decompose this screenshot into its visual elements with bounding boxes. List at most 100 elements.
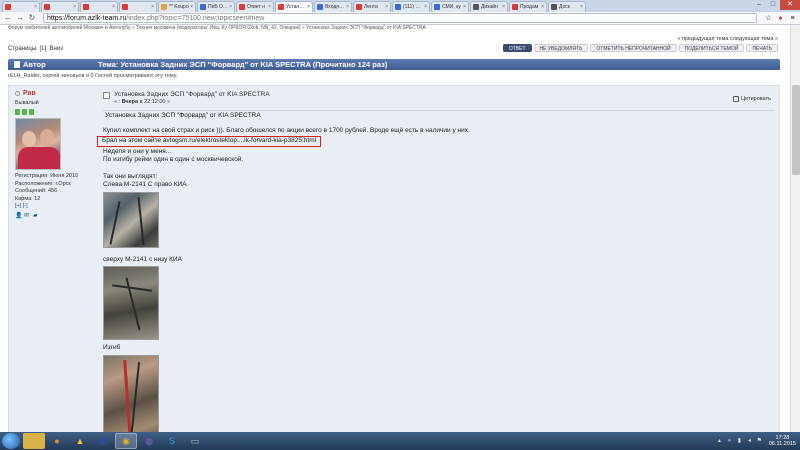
topic-title: Тема: Установка Задних ЭСП "Форвард" от … — [98, 60, 388, 69]
save-icon[interactable]: ▣ — [92, 433, 114, 449]
taskbar: ● ▲ ▣ ◉ ◍ S ▭ ▴ ● ▮ ◂ ⚑ 17:28 06.11.2015 — [0, 432, 800, 450]
page-down-link[interactable]: Вниз — [50, 46, 63, 52]
tab-close-icon[interactable]: × — [229, 4, 232, 10]
highlighted-link-box: Брал на этом сайте avtogsm.ru/elektroste… — [97, 136, 322, 147]
tab-favicon-icon — [356, 4, 362, 10]
url-path: /index.php?topic=75100.new;topicseen#new — [126, 14, 265, 22]
post-subject[interactable]: Установка Задних ЭСП "Форвард" от KIA SP… — [114, 91, 270, 98]
karma-controls[interactable]: [+] [-] — [15, 203, 95, 211]
topic-action-button[interactable]: Отметить непрочитанной — [590, 44, 677, 52]
author-name[interactable]: Рав — [23, 90, 36, 97]
tab-close-icon[interactable]: × — [580, 4, 583, 10]
tab-close-icon[interactable]: × — [463, 4, 466, 10]
tab-close-icon[interactable]: × — [112, 4, 115, 10]
browser-tab[interactable]: Установк × — [275, 1, 313, 12]
tab-label: Входящи — [325, 4, 346, 10]
browser-tab[interactable]: СМИ, ку × — [431, 1, 469, 12]
browser-tab[interactable]: Лента × — [353, 1, 391, 12]
browser-tab[interactable]: ** Koupo × — [158, 1, 196, 12]
tab-favicon-icon — [44, 4, 50, 10]
quote-button[interactable]: " Цитировать — [732, 96, 771, 102]
tab-favicon-icon — [278, 4, 284, 10]
extension-icon[interactable]: ● — [776, 14, 785, 23]
email-icon[interactable]: ✉ — [24, 213, 30, 219]
topic-action-button[interactable]: Ответ — [502, 44, 532, 52]
viber-icon[interactable]: ◍ — [138, 433, 160, 449]
arrow-up-icon[interactable]: ▴ — [716, 438, 723, 445]
post-date: « : Вчера в 22:12:00 » — [114, 99, 171, 105]
topic-action-button[interactable]: Печать — [746, 44, 778, 52]
topic-header-bar: Автор Тема: Установка Задних ЭСП "Форвар… — [8, 59, 780, 70]
topic-action-button[interactable]: Поделиться темой — [678, 44, 745, 52]
clock[interactable]: 17:28 06.11.2015 — [769, 435, 796, 448]
close-window-button[interactable]: ✕ — [780, 0, 800, 10]
post-body: Установка Задних ЭСП "Форвард" от KIA SP… — [97, 112, 773, 432]
tab-label: (111) Новос — [403, 4, 423, 10]
tab-close-icon[interactable]: × — [502, 4, 505, 10]
browser-tab[interactable]: × — [2, 1, 40, 12]
browser-tab[interactable]: Дизайн × — [470, 1, 508, 12]
opera-icon[interactable]: ▲ — [69, 433, 91, 449]
profile-icon[interactable]: 👤 — [15, 213, 22, 219]
flag-icon[interactable]: ⚑ — [756, 438, 763, 445]
browser-tab[interactable]: Ответ н × — [236, 1, 274, 12]
reload-button[interactable]: ↻ — [27, 13, 37, 23]
tab-close-icon[interactable]: × — [151, 4, 154, 10]
post-line: Неделя и они у меня... — [103, 147, 172, 155]
tab-close-icon[interactable]: × — [73, 4, 76, 10]
tab-close-icon[interactable]: × — [424, 4, 427, 10]
tab-label: СМИ, ку — [442, 4, 461, 10]
tab-close-icon[interactable]: × — [346, 4, 349, 10]
photo-regulators-side[interactable] — [103, 191, 159, 248]
folder-icon[interactable] — [23, 433, 45, 449]
tab-label: Установк — [286, 4, 307, 10]
network-icon[interactable]: ▮ — [736, 438, 743, 445]
browser-tab[interactable]: Доск × — [548, 1, 586, 12]
minimize-button[interactable]: – — [752, 0, 766, 10]
browser-tab[interactable]: × — [41, 1, 79, 12]
browser-tab[interactable]: Продам × — [509, 1, 547, 12]
photo-regulators-top[interactable] — [103, 266, 159, 340]
page-current: [1] — [39, 46, 47, 52]
tab-close-icon[interactable]: × — [307, 4, 310, 10]
message-icon[interactable]: ▰ — [33, 213, 39, 219]
tab-label: ПеБ Опети — [208, 4, 229, 10]
tab-favicon-icon — [434, 4, 440, 10]
scrollbar-thumb[interactable] — [792, 85, 800, 175]
browser-tab[interactable]: × — [119, 1, 157, 12]
back-button[interactable]: ← — [3, 13, 13, 23]
tab-close-icon[interactable]: × — [385, 4, 388, 10]
tab-close-icon[interactable]: × — [34, 4, 37, 10]
prev-next-topic-links[interactable]: « предыдущая тема следующая тема » — [677, 36, 778, 42]
maximize-button[interactable]: □ — [766, 0, 780, 10]
user-karma: Карма: 12 — [15, 195, 41, 202]
tab-close-icon[interactable]: × — [268, 4, 271, 10]
page-scrollbar[interactable] — [790, 25, 800, 432]
firefox-icon[interactable]: ● — [46, 433, 68, 449]
photo-bend[interactable] — [103, 354, 159, 432]
browser-tab[interactable]: ПеБ Опети× — [197, 1, 235, 12]
tab-favicon-icon — [551, 4, 557, 10]
browser-tab[interactable]: (111) Новос× — [392, 1, 430, 12]
start-button[interactable] — [2, 433, 20, 449]
browser-tab[interactable]: Входящи × — [314, 1, 352, 12]
star-icon[interactable]: ☆ — [764, 14, 773, 23]
chrome-icon[interactable]: ◉ — [115, 433, 137, 449]
post-line: Купил комплект на свой страх и риск ))).… — [103, 126, 470, 134]
volume-icon[interactable]: ◂ — [746, 438, 753, 445]
tab-favicon-icon — [161, 4, 167, 10]
rank-stars — [15, 109, 95, 115]
address-bar[interactable]: https://forum.azlk-team.ru /index.php?to… — [43, 13, 757, 23]
topic-action-button[interactable]: Не уведомлять — [533, 44, 589, 52]
app-icon[interactable]: ▭ — [184, 433, 206, 449]
author-header: Автор — [23, 60, 46, 69]
shop-link[interactable]: Брал на этом сайте avtogsm.ru/elektroste… — [102, 137, 316, 144]
menu-icon[interactable]: ≡ — [788, 14, 797, 23]
tab-close-icon[interactable]: × — [190, 4, 193, 10]
viber-tray-icon[interactable]: ● — [726, 438, 733, 445]
browser-tab[interactable]: × — [80, 1, 118, 12]
user-location: Расположение: г.Орск — [15, 180, 71, 187]
forward-button[interactable]: → — [15, 13, 25, 23]
skype-icon[interactable]: S — [161, 433, 183, 449]
tab-close-icon[interactable]: × — [541, 4, 544, 10]
